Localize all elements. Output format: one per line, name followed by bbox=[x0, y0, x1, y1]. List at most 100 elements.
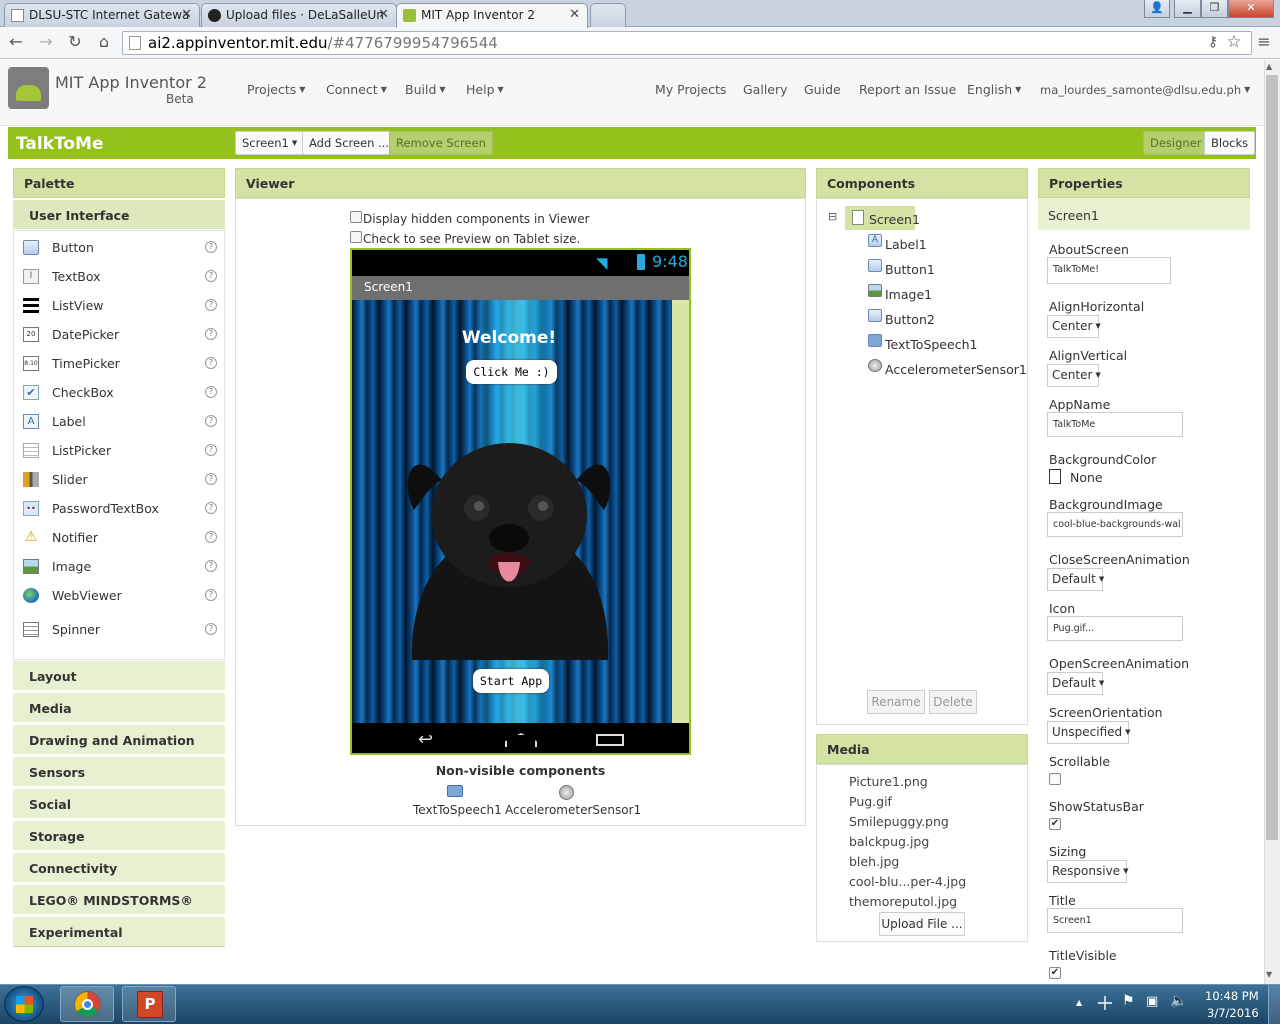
palette-category-drawing[interactable]: Drawing and Animation bbox=[13, 725, 225, 755]
tree-item-accelerometer1[interactable]: AccelerometerSensor1 bbox=[868, 359, 1027, 381]
page-scrollbar-thumb[interactable] bbox=[1266, 75, 1278, 840]
blocks-button[interactable]: Blocks bbox=[1204, 131, 1256, 155]
help-icon[interactable]: ? bbox=[205, 270, 217, 282]
palette-item-listview[interactable]: ListView ? bbox=[14, 291, 224, 320]
media-file[interactable]: Picture1.png bbox=[849, 774, 928, 789]
help-icon[interactable]: ? bbox=[205, 299, 217, 311]
pug-image[interactable] bbox=[402, 430, 616, 660]
designer-button[interactable]: Designer bbox=[1143, 131, 1209, 155]
browser-tab-github[interactable]: Upload files · DeLaSalleUn ✕ bbox=[201, 3, 397, 27]
help-icon[interactable]: ? bbox=[205, 560, 217, 572]
showstatusbar-checkbox[interactable]: ✔ bbox=[1049, 818, 1061, 830]
scroll-down-icon[interactable]: ▼ bbox=[1266, 970, 1272, 979]
title-input[interactable]: Screen1 bbox=[1047, 908, 1183, 933]
home-icon[interactable]: ⌂ bbox=[94, 32, 114, 52]
start-app-button[interactable]: Start App bbox=[473, 669, 549, 693]
link-gallery[interactable]: Gallery bbox=[743, 82, 788, 97]
collapse-icon[interactable]: ⊟ bbox=[828, 210, 837, 223]
app-inventor-logo[interactable] bbox=[8, 67, 49, 109]
tree-item-image1[interactable]: Image1 bbox=[868, 284, 1008, 306]
help-icon[interactable]: ? bbox=[205, 444, 217, 456]
palette-item-timepicker[interactable]: 8:10 TimePicker ? bbox=[14, 349, 224, 378]
palette-item-textbox[interactable]: I TextBox ? bbox=[14, 262, 224, 291]
taskbar-date[interactable]: 3/7/2016 bbox=[1207, 1006, 1259, 1020]
accelerometer-icon[interactable] bbox=[559, 785, 574, 800]
close-icon[interactable]: ✕ bbox=[181, 7, 192, 22]
click-me-button[interactable]: Click Me :) bbox=[466, 360, 557, 384]
help-icon[interactable]: ? bbox=[205, 623, 217, 635]
tree-item-texttospeech1[interactable]: TextToSpeech1 bbox=[868, 334, 1008, 356]
screen-select[interactable]: Screen1 ▼ bbox=[235, 131, 305, 155]
help-icon[interactable]: ? bbox=[205, 531, 217, 543]
palette-item-checkbox[interactable]: ✔ CheckBox ? bbox=[14, 378, 224, 407]
help-icon[interactable]: ? bbox=[205, 386, 217, 398]
rename-button[interactable]: Rename bbox=[867, 690, 925, 714]
backgroundimage-input[interactable]: cool-blue-backgrounds-wal bbox=[1047, 512, 1183, 537]
remove-screen-button[interactable]: Remove Screen bbox=[389, 131, 493, 155]
link-guide[interactable]: Guide bbox=[804, 82, 841, 97]
openscreenanimation-select[interactable]: Default ▼ bbox=[1047, 672, 1104, 695]
alignhorizontal-select[interactable]: Center ▼ bbox=[1047, 315, 1101, 338]
backgroundcolor-value[interactable]: None bbox=[1070, 470, 1103, 485]
aboutscreen-input[interactable]: TalkToMe! bbox=[1047, 257, 1171, 284]
reload-icon[interactable]: ↻ bbox=[65, 32, 85, 52]
appname-input[interactable]: TalkToMe bbox=[1047, 412, 1183, 437]
palette-category-sensors[interactable]: Sensors bbox=[13, 757, 225, 787]
close-icon[interactable]: ✕ bbox=[569, 7, 580, 22]
media-file[interactable]: Smilepuggy.png bbox=[849, 814, 949, 829]
browser-tab-appinventor[interactable]: MIT App Inventor 2 ✕ bbox=[396, 3, 588, 28]
help-icon[interactable]: ? bbox=[205, 589, 217, 601]
media-file[interactable]: cool-blu...per-4.jpg bbox=[849, 874, 966, 889]
user-icon[interactable]: 👤 bbox=[1144, 0, 1170, 18]
palette-item-listpicker[interactable]: ListPicker ? bbox=[14, 436, 224, 465]
network-icon[interactable]: ▣ bbox=[1146, 994, 1158, 1009]
palette-item-button[interactable]: Button ? bbox=[14, 233, 224, 262]
scroll-up-icon[interactable]: ▲ bbox=[1266, 62, 1272, 71]
tree-item-label1[interactable]: A Label1 bbox=[868, 234, 1008, 256]
account-menu[interactable]: ma_lourdes_samonte@dlsu.edu.ph ▼ bbox=[1040, 83, 1250, 97]
palette-category-user-interface[interactable]: User Interface bbox=[13, 200, 225, 230]
link-report-issue[interactable]: Report an Issue bbox=[859, 82, 956, 97]
new-tab-button[interactable] bbox=[590, 3, 626, 27]
media-file[interactable]: Pug.gif bbox=[849, 794, 892, 809]
palette-category-layout[interactable]: Layout bbox=[13, 661, 225, 691]
minimize-icon[interactable]: ▁ bbox=[1174, 0, 1201, 18]
palette-category-experimental[interactable]: Experimental bbox=[13, 917, 225, 947]
help-icon[interactable]: ? bbox=[205, 473, 217, 485]
sizing-select[interactable]: Responsive ▼ bbox=[1047, 860, 1128, 883]
taskbar-powerpoint[interactable]: P bbox=[122, 986, 176, 1022]
palette-item-passwordtextbox[interactable]: •• PasswordTextBox ? bbox=[14, 494, 224, 523]
add-screen-button[interactable]: Add Screen ... bbox=[302, 131, 397, 155]
palette-category-connectivity[interactable]: Connectivity bbox=[13, 853, 225, 883]
palette-category-storage[interactable]: Storage bbox=[13, 821, 225, 851]
menu-build[interactable]: Build ▼ bbox=[405, 82, 446, 97]
palette-item-label[interactable]: A Label ? bbox=[14, 407, 224, 436]
tree-item-button2[interactable]: Button2 bbox=[868, 309, 1008, 331]
action-center-icon[interactable]: ⚑ bbox=[1122, 993, 1135, 1009]
menu-help[interactable]: Help ▼ bbox=[466, 82, 504, 97]
language-menu[interactable]: English ▼ bbox=[967, 82, 1021, 97]
hidden-components-checkbox[interactable] bbox=[350, 211, 362, 223]
media-file[interactable]: themoreputol.jpg bbox=[849, 894, 957, 909]
menu-connect[interactable]: Connect ▼ bbox=[326, 82, 387, 97]
alignvertical-select[interactable]: Center ▼ bbox=[1047, 364, 1101, 387]
taskbar-time[interactable]: 10:48 PM bbox=[1205, 989, 1259, 1003]
key-icon[interactable]: ⚷ bbox=[1203, 32, 1223, 52]
tablet-preview-checkbox[interactable] bbox=[350, 231, 362, 243]
close-icon[interactable]: ✕ bbox=[378, 7, 389, 22]
tree-item-button1[interactable]: Button1 bbox=[868, 259, 1008, 281]
forward-icon[interactable]: → bbox=[36, 32, 56, 52]
palette-category-social[interactable]: Social bbox=[13, 789, 225, 819]
menu-projects[interactable]: Projects ▼ bbox=[247, 82, 305, 97]
palette-item-webviewer[interactable]: WebViewer ? bbox=[14, 581, 224, 610]
browser-tab-gateway[interactable]: DLSU-STC Internet Gatewa ✕ bbox=[4, 3, 200, 27]
palette-item-notifier[interactable]: ⚠ Notifier ? bbox=[14, 523, 224, 552]
restore-icon[interactable]: ❐ bbox=[1201, 0, 1228, 18]
palette-category-lego[interactable]: LEGO® MINDSTORMS® bbox=[13, 885, 225, 915]
nonvisible-texttospeech[interactable]: TextToSpeech1 bbox=[413, 803, 502, 817]
palette-category-media[interactable]: Media bbox=[13, 693, 225, 723]
help-icon[interactable]: ? bbox=[205, 357, 217, 369]
link-my-projects[interactable]: My Projects bbox=[655, 82, 726, 97]
star-icon[interactable]: ☆ bbox=[1224, 32, 1244, 52]
screenorientation-select[interactable]: Unspecified ▼ bbox=[1047, 721, 1131, 744]
